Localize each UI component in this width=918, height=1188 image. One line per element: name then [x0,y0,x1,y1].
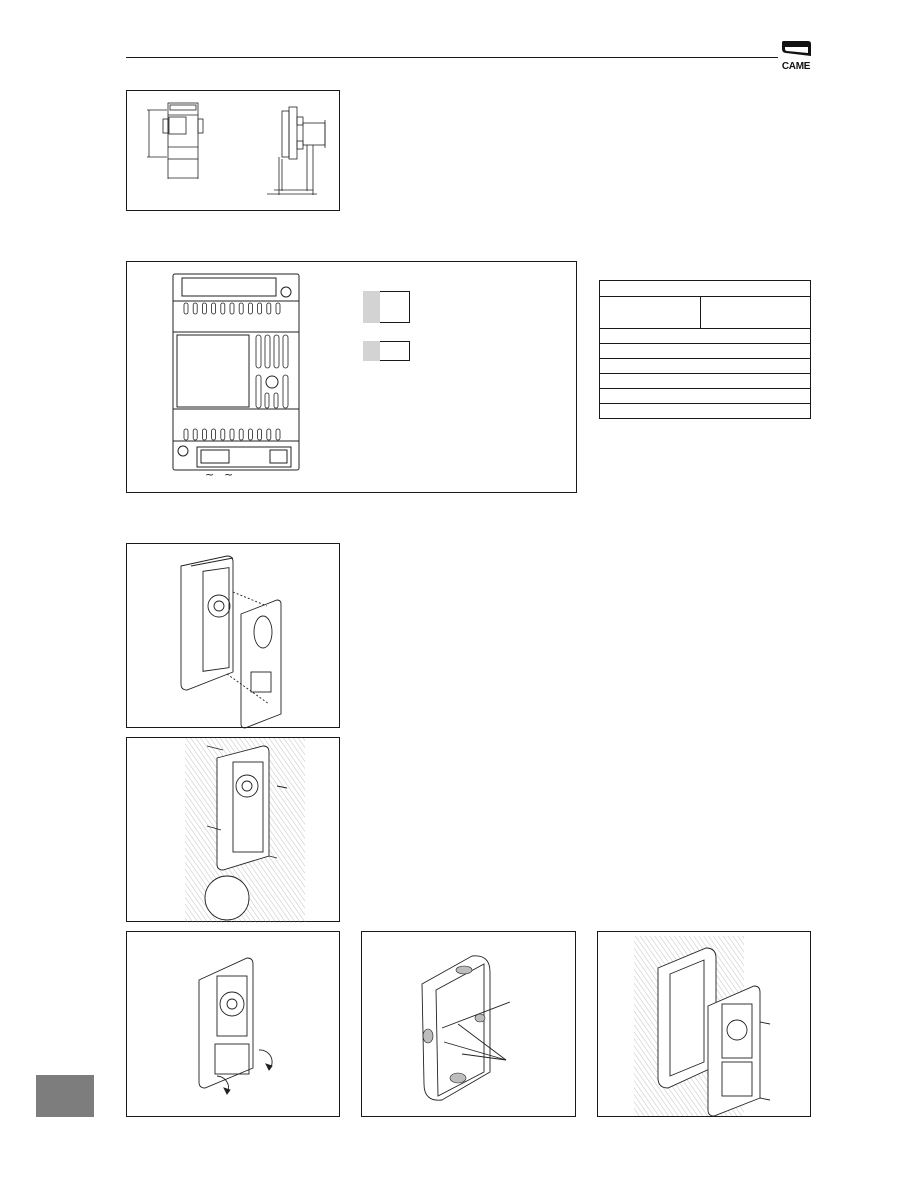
vent-slot [275,302,281,315]
vent-slot [238,428,244,441]
terminal-symbol-ac-1: ~ [205,468,214,481]
vent-slot [248,302,253,315]
legend-box-2 [380,341,410,361]
open-flaps-drawing [198,957,273,1095]
table-row [599,328,811,344]
figure-terminals: ~ ~ [126,261,577,493]
terminal-symbol-ac-2: ~ [224,468,233,481]
wall-mount-drawing [185,738,305,923]
table-cell [598,296,702,329]
table-row [599,343,811,359]
vent-slot [266,428,272,441]
vent-slot [275,428,281,441]
vent-slot [220,302,226,315]
figure-open-flaps [126,931,340,1117]
panel-exploded-drawing [180,555,282,729]
vent-slot [192,302,198,315]
vent-slot [211,428,216,441]
legend-swatch-2 [363,341,380,361]
table-row [599,403,811,419]
table-row [599,280,811,297]
legend-box-1 [380,291,410,323]
spec-table [598,280,811,419]
vent-slot [266,302,272,315]
figure-wall-mount [126,737,340,923]
vent-slot [192,428,198,441]
vent-slot [220,428,226,441]
brand-logo-text: CAME [781,61,811,72]
legend-swatch-1 [363,291,380,323]
vent-slot [257,302,263,315]
vent-slot [257,428,263,441]
figure-flush-box [361,931,576,1117]
figure-dimensions [126,90,340,211]
vent-slot [248,428,253,441]
vent-slot [229,302,235,315]
vent-slot [211,302,216,315]
language-tab [36,1075,94,1117]
figure-flush-mount [597,931,811,1117]
flush-mount-drawing [634,936,771,1117]
dimensions-drawing [147,102,326,195]
vent-slot [202,302,207,315]
flush-box-drawing [421,955,511,1101]
vent-slot [183,428,189,441]
table-row [599,373,811,389]
table-row [599,358,811,374]
table-row [599,388,811,404]
vent-slot [238,302,244,315]
table-cell [700,296,811,329]
vent-slot [202,428,207,441]
vent-slot [183,302,189,315]
vent-slot [229,428,235,441]
power-supply-front-drawing: ~ ~ [172,273,300,481]
figure-front-cover-removal [126,543,340,729]
header-rule [126,57,778,58]
